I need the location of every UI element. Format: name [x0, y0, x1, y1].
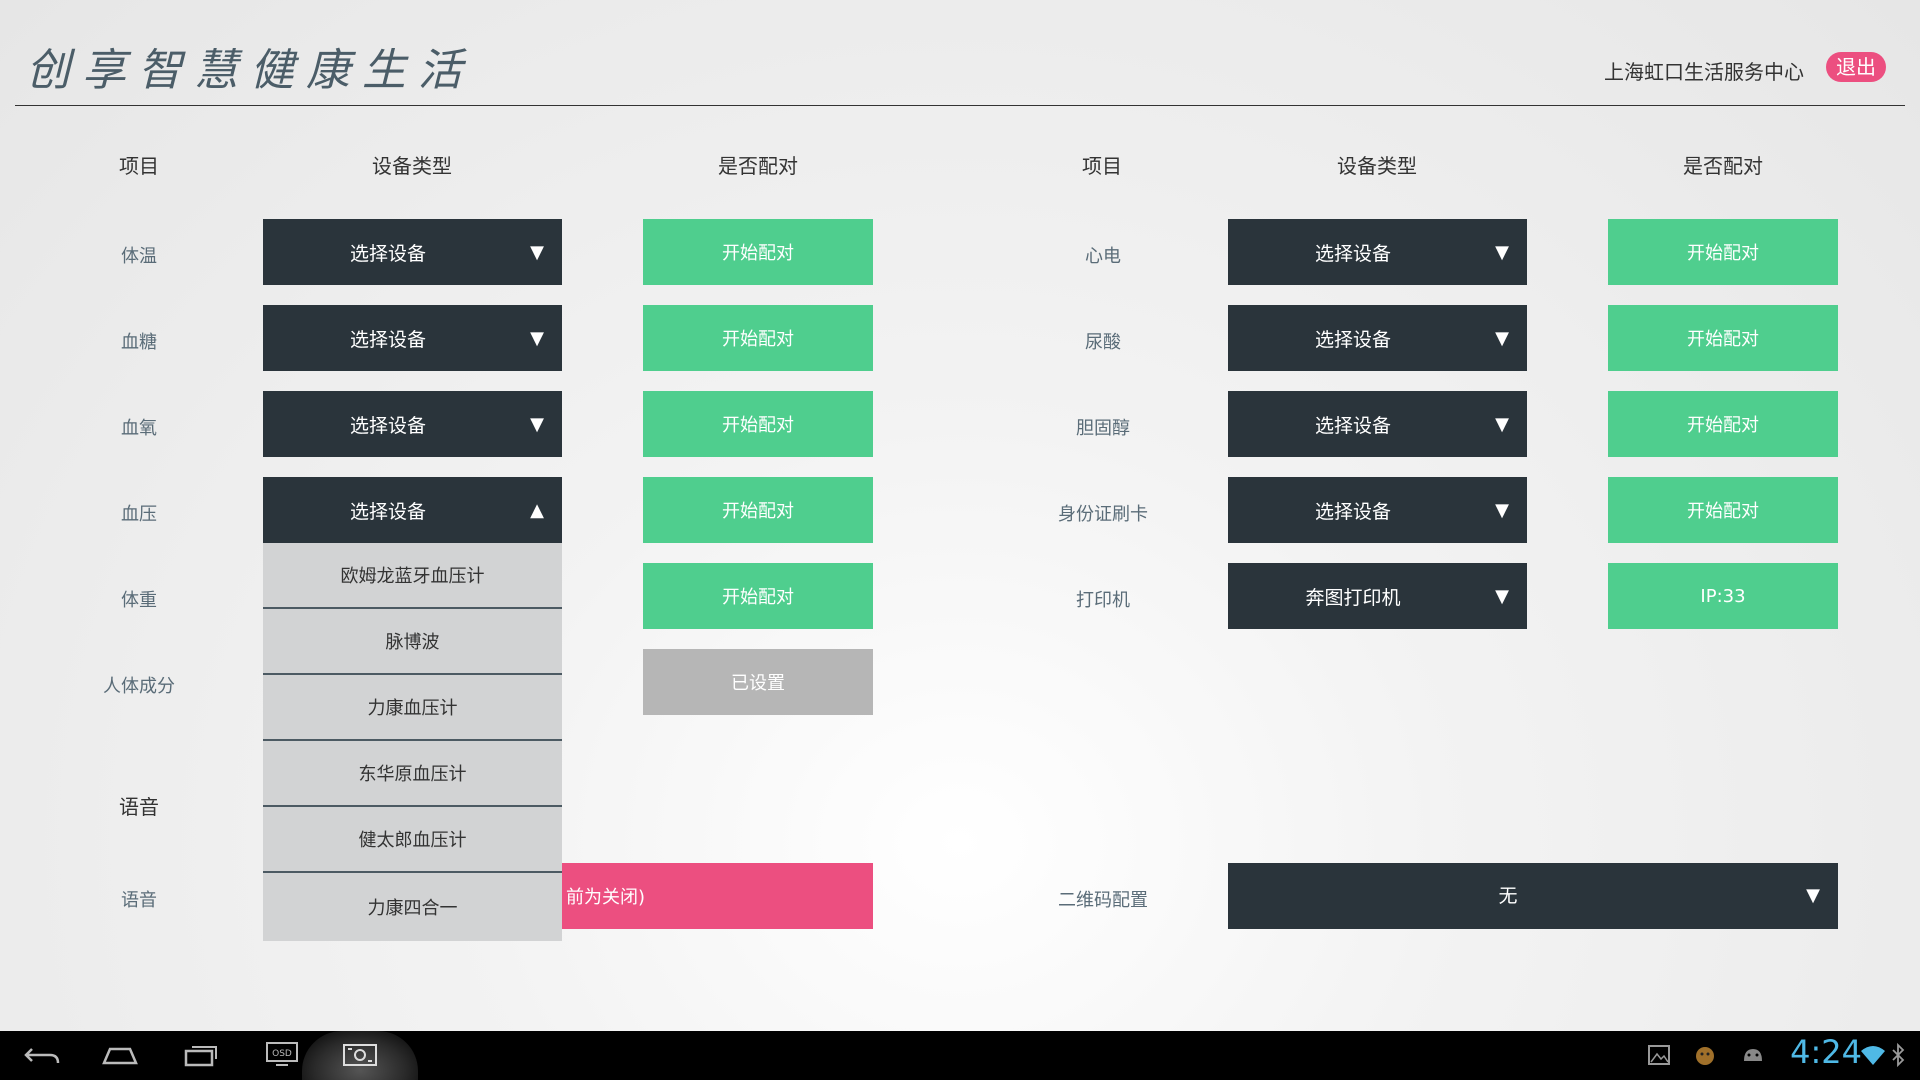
- dropdown-arrow-icon: ▼: [530, 327, 544, 349]
- device-select-ecg[interactable]: 选择设备 ▼: [1228, 219, 1527, 285]
- device-select-text: 选择设备: [1314, 242, 1391, 265]
- home-icon[interactable]: [98, 1039, 142, 1071]
- app-notification-icon: [1690, 1039, 1720, 1071]
- device-select-blood-oxygen[interactable]: 选择设备 ▼: [263, 391, 562, 457]
- dropdown-arrow-icon: ▼: [1495, 241, 1509, 263]
- dropdown-arrow-icon: ▼: [1495, 413, 1509, 435]
- left-item-header: 项目: [119, 154, 159, 178]
- pair-button-cholesterol[interactable]: 开始配对: [1608, 391, 1838, 457]
- row-label-temperature: 体温: [121, 246, 157, 267]
- device-select-printer[interactable]: 奔图打印机 ▼: [1228, 563, 1527, 629]
- qr-config-value: 无: [1498, 885, 1518, 907]
- dropdown-arrow-up-icon: ▲: [530, 499, 544, 521]
- right-device-type-header: 设备类型: [1337, 154, 1417, 178]
- dropdown-arrow-icon: ▼: [1495, 585, 1509, 607]
- recent-apps-icon[interactable]: [178, 1039, 222, 1071]
- row-label-blood-oxygen: 血氧: [121, 418, 157, 439]
- pair-button-id-card[interactable]: 开始配对: [1608, 477, 1838, 543]
- header-divider: [15, 105, 1905, 106]
- device-select-text: 选择设备: [349, 242, 426, 265]
- row-label-cholesterol: 胆固醇: [1076, 418, 1130, 439]
- voice-toggle-button[interactable]: 前为关闭): [562, 863, 873, 929]
- dropdown-option[interactable]: 东华原血压计: [263, 741, 562, 807]
- dropdown-arrow-icon: ▼: [1495, 499, 1509, 521]
- status-clock: 4:24: [1790, 1033, 1862, 1071]
- dropdown-option[interactable]: 力康四合一: [263, 873, 562, 941]
- pair-button-ecg[interactable]: 开始配对: [1608, 219, 1838, 285]
- device-select-blood-glucose[interactable]: 选择设备 ▼: [263, 305, 562, 371]
- screenshot-icon[interactable]: [338, 1039, 382, 1071]
- pair-button-body-composition[interactable]: 已设置: [643, 649, 873, 715]
- dropdown-arrow-icon: ▼: [530, 413, 544, 435]
- pair-button-printer[interactable]: IP:33: [1608, 563, 1838, 629]
- device-select-blood-pressure[interactable]: 选择设备 ▲: [263, 477, 562, 543]
- osd-label: OSD: [272, 1049, 292, 1059]
- device-select-id-card[interactable]: 选择设备 ▼: [1228, 477, 1527, 543]
- left-device-type-header: 设备类型: [372, 154, 452, 178]
- wifi-icon: [1858, 1039, 1888, 1071]
- device-select-text: 选择设备: [1314, 500, 1391, 523]
- dropdown-arrow-icon: ▼: [1495, 327, 1509, 349]
- logout-button[interactable]: 退出: [1826, 52, 1886, 82]
- dropdown-arrow-icon: ▼: [1806, 885, 1820, 906]
- device-select-text: 选择设备: [349, 328, 426, 351]
- pair-button-weight[interactable]: 开始配对: [643, 563, 873, 629]
- row-label-body-composition: 人体成分: [103, 676, 175, 697]
- left-paired-header: 是否配对: [718, 154, 798, 178]
- device-select-uric-acid[interactable]: 选择设备 ▼: [1228, 305, 1527, 371]
- row-label-id-card: 身份证刷卡: [1058, 504, 1148, 525]
- device-select-text: 选择设备: [1314, 328, 1391, 351]
- device-select-text: 选择设备: [349, 500, 426, 523]
- row-label-ecg: 心电: [1085, 246, 1121, 267]
- dropdown-option[interactable]: 力康血压计: [263, 675, 562, 741]
- dropdown-option[interactable]: 欧姆龙蓝牙血压计: [263, 543, 562, 609]
- blood-pressure-device-dropdown: 欧姆龙蓝牙血压计 脉博波 力康血压计 东华原血压计 健太郎血压计 力康四合一: [263, 543, 562, 941]
- app-title: 创享智慧健康生活: [26, 45, 474, 96]
- dropdown-option[interactable]: 脉博波: [263, 609, 562, 675]
- system-navigation-bar: OSD 4:24: [0, 1031, 1920, 1080]
- back-icon[interactable]: [20, 1039, 64, 1071]
- dropdown-option[interactable]: 健太郎血压计: [263, 807, 562, 873]
- pair-button-blood-glucose[interactable]: 开始配对: [643, 305, 873, 371]
- pair-button-temperature[interactable]: 开始配对: [643, 219, 873, 285]
- device-select-text: 选择设备: [349, 414, 426, 437]
- row-label-printer: 打印机: [1076, 590, 1130, 611]
- device-select-text: 奔图打印机: [1305, 586, 1401, 609]
- row-label-voice: 语音: [121, 890, 157, 911]
- right-paired-header: 是否配对: [1683, 154, 1763, 178]
- device-select-text: 选择设备: [1314, 414, 1391, 437]
- pair-button-blood-oxygen[interactable]: 开始配对: [643, 391, 873, 457]
- dropdown-arrow-icon: ▼: [530, 241, 544, 263]
- pair-button-blood-pressure[interactable]: 开始配对: [643, 477, 873, 543]
- device-select-cholesterol[interactable]: 选择设备 ▼: [1228, 391, 1527, 457]
- pair-button-uric-acid[interactable]: 开始配对: [1608, 305, 1838, 371]
- right-item-header: 项目: [1082, 154, 1122, 178]
- voice-section-title: 语音: [119, 795, 159, 819]
- android-debug-icon: [1738, 1039, 1768, 1071]
- header: 创享智慧健康生活 上海虹口生活服务中心 退出: [0, 0, 1920, 106]
- qr-config-select[interactable]: 无 ▼: [1228, 863, 1838, 929]
- bluetooth-icon: [1888, 1039, 1908, 1071]
- row-label-blood-glucose: 血糖: [121, 332, 157, 353]
- gallery-notification-icon: [1644, 1039, 1674, 1071]
- center-name: 上海虹口生活服务中心: [1604, 60, 1804, 84]
- device-select-temperature[interactable]: 选择设备 ▼: [263, 219, 562, 285]
- row-label-blood-pressure: 血压: [121, 504, 157, 525]
- row-label-weight: 体重: [121, 590, 157, 611]
- row-label-qr-config: 二维码配置: [1058, 890, 1148, 911]
- row-label-uric-acid: 尿酸: [1085, 332, 1121, 353]
- osd-icon[interactable]: OSD: [262, 1039, 302, 1071]
